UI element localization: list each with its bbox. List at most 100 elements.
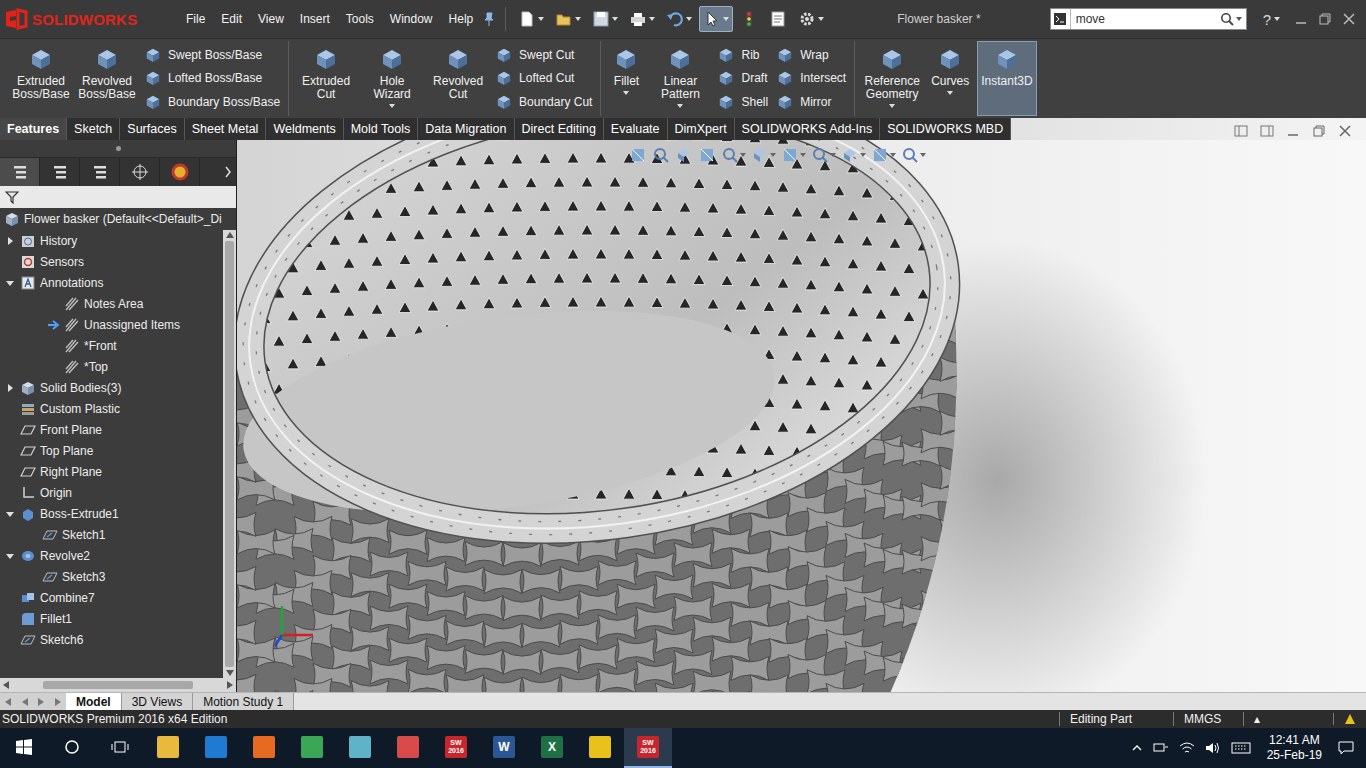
tree-item[interactable]: Top Plane	[0, 440, 223, 461]
quick-access-button[interactable]	[625, 6, 659, 32]
network-icon[interactable]	[1153, 741, 1169, 755]
tree-item[interactable]: History	[0, 230, 223, 251]
command-tab[interactable]: Sketch	[67, 118, 120, 140]
expand-arrow-icon[interactable]	[6, 384, 14, 392]
logo[interactable]: SOLIDWORKS	[0, 8, 178, 30]
panel-right-icon[interactable]	[1260, 124, 1274, 138]
heads-up-button[interactable]	[901, 146, 926, 164]
taskbar-app[interactable]: SW 2016	[624, 728, 672, 768]
heads-up-button[interactable]	[652, 146, 670, 164]
previous-tab-icon[interactable]	[21, 698, 29, 706]
heads-up-button[interactable]	[751, 146, 776, 164]
heads-up-button[interactable]	[675, 146, 693, 164]
tree-item[interactable]: Sketch6	[0, 629, 223, 650]
graphics-area[interactable]	[237, 140, 1366, 692]
heads-up-button[interactable]	[629, 146, 647, 164]
menu-item[interactable]: File	[178, 10, 213, 28]
collapse-arrow-icon[interactable]	[6, 510, 14, 518]
search-button[interactable]	[48, 728, 96, 768]
model-tab[interactable]: Motion Study 1	[193, 693, 294, 710]
restore-icon[interactable]	[1318, 12, 1332, 26]
menu-item[interactable]: Edit	[213, 10, 250, 28]
menu-item[interactable]: Insert	[292, 10, 338, 28]
ribbon-button[interactable]: Linear Pattern	[649, 41, 711, 116]
ribbon-button[interactable]: Revolved Boss/Base	[76, 41, 138, 116]
scroll-thumb[interactable]	[43, 681, 193, 689]
tree-item[interactable]: Notes Area	[0, 293, 223, 314]
ribbon-button[interactable]: Extruded Cut	[295, 41, 357, 116]
action-center-icon[interactable]	[1338, 740, 1354, 756]
ribbon-small-button[interactable]: Intersect	[776, 67, 846, 89]
dropdown-caret[interactable]	[723, 17, 729, 21]
first-tab-icon[interactable]	[4, 698, 12, 706]
dropdown-caret[interactable]	[947, 91, 953, 95]
status-units[interactable]: MMGS	[1173, 712, 1243, 726]
taskbar-app[interactable]: X	[528, 728, 576, 768]
close-icon[interactable]	[1338, 124, 1352, 138]
status-units-menu[interactable]: ▴	[1243, 712, 1333, 726]
ribbon-small-button[interactable]: Mirror	[776, 91, 846, 113]
ribbon-small-button[interactable]: Swept Cut	[495, 44, 592, 66]
panel-left-icon[interactable]	[1234, 124, 1248, 138]
tree-toggle[interactable]	[4, 235, 16, 247]
search-input[interactable]: move	[1071, 12, 1216, 26]
heads-up-button[interactable]	[871, 146, 896, 164]
dropdown-caret[interactable]	[770, 153, 776, 157]
taskbar-app[interactable]	[384, 728, 432, 768]
command-tab[interactable]: Evaluate	[604, 118, 668, 140]
ribbon-button[interactable]: Fillet	[607, 41, 645, 116]
ribbon-button[interactable]: Curves	[927, 41, 973, 116]
command-tab[interactable]: Mold Tools	[344, 118, 419, 140]
heads-up-button[interactable]	[841, 146, 866, 164]
dropdown-caret[interactable]	[860, 153, 866, 157]
panel-more[interactable]	[200, 158, 236, 186]
command-tab[interactable]: SOLIDWORKS MBD	[880, 118, 1011, 140]
horizontal-scrollbar[interactable]	[0, 678, 236, 692]
taskbar-app[interactable]	[288, 728, 336, 768]
tree-item[interactable]: Annotations	[0, 272, 223, 293]
tree-item[interactable]: Sketch3	[0, 566, 223, 587]
ribbon-button[interactable]: Hole Wizard	[361, 41, 423, 116]
tree-toggle[interactable]	[4, 508, 16, 520]
tree-item[interactable]: Sensors	[0, 251, 223, 272]
command-search[interactable]	[1051, 9, 1071, 29]
dropdown-caret[interactable]	[740, 153, 746, 157]
model-tab[interactable]: Model	[66, 693, 122, 710]
tray-chevron-icon[interactable]	[1131, 742, 1143, 754]
ribbon-small-button[interactable]: Rib	[717, 44, 768, 66]
scroll-thumb[interactable]	[225, 241, 234, 667]
ribbon-small-button[interactable]: Boundary Cut	[495, 91, 592, 113]
tree-item[interactable]: Front Plane	[0, 419, 223, 440]
keyboard-icon[interactable]	[1231, 741, 1251, 755]
dropdown-caret[interactable]	[830, 153, 836, 157]
command-tab[interactable]: Sheet Metal	[185, 118, 267, 140]
command-tab[interactable]: SOLIDWORKS Add-Ins	[735, 118, 881, 140]
ribbon-small-button[interactable]: Swept Boss/Base	[144, 44, 280, 66]
menu-item[interactable]: Window	[382, 10, 441, 28]
close-icon[interactable]	[1342, 12, 1356, 26]
basket-model[interactable]	[237, 140, 1365, 692]
taskbar-app[interactable]: W	[480, 728, 528, 768]
panel-tab[interactable]	[160, 158, 200, 186]
dropdown-caret[interactable]	[920, 153, 926, 157]
collapse-arrow-icon[interactable]	[6, 552, 14, 560]
taskbar-app[interactable]	[336, 728, 384, 768]
collapse-arrow-icon[interactable]	[6, 279, 14, 287]
ribbon-button[interactable]: Revolved Cut	[427, 41, 489, 116]
quick-access-button[interactable]	[765, 6, 791, 32]
taskbar-app[interactable]	[144, 728, 192, 768]
dropdown-caret[interactable]	[389, 104, 395, 108]
dropdown-caret[interactable]	[800, 153, 806, 157]
ribbon-small-button[interactable]: Shell	[717, 91, 768, 113]
quick-access-button[interactable]	[588, 6, 622, 32]
taskbar-app[interactable]	[240, 728, 288, 768]
tree-root[interactable]: Flower basker (Default<<Default>_Di	[0, 208, 236, 230]
dropdown-caret[interactable]	[677, 104, 683, 108]
dropdown-caret[interactable]	[890, 153, 896, 157]
dropdown-caret[interactable]	[1274, 17, 1280, 21]
clock[interactable]: 12:41 AM25-Feb-19	[1261, 733, 1328, 763]
wifi-icon[interactable]	[1179, 741, 1195, 755]
dropdown-caret[interactable]	[612, 17, 618, 21]
tree-toggle[interactable]	[4, 550, 16, 562]
tree-filter[interactable]	[0, 186, 236, 208]
